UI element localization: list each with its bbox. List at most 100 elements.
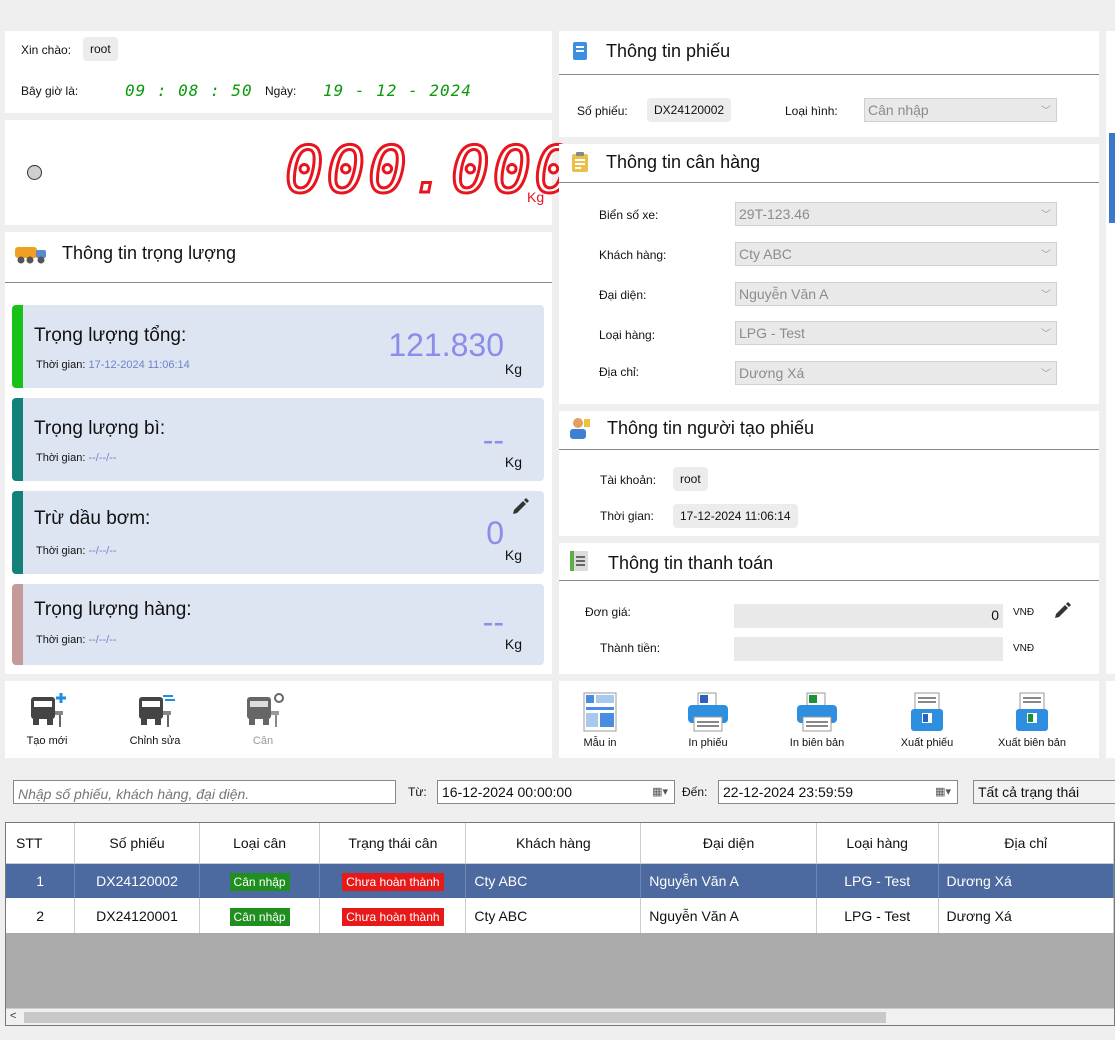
chevron-down-icon: ﹀ [1041, 290, 1051, 301]
ticket-no-label: Số phiếu: [577, 104, 628, 118]
address-select[interactable]: Dương Xá ﹀ [735, 361, 1057, 385]
weight-info-title: Thông tin trọng lượng [62, 243, 236, 263]
edit-pencil-icon[interactable] [510, 497, 530, 520]
address-label: Địa chỉ: [599, 365, 640, 379]
goods-type-select[interactable]: LPG - Test ﹀ [735, 321, 1057, 345]
horizontal-scrollbar[interactable]: < [6, 1008, 1114, 1025]
gross-weight-card: Trọng lượng tổng: Thời gian: 17-12-2024 … [12, 305, 544, 388]
weight-info-panel: Thông tin trọng lượng Trọng lượng tổng: … [5, 232, 552, 674]
create-new-label: Tạo mới [26, 735, 68, 747]
creator-time-value: 17-12-2024 11:06:14 [673, 504, 798, 528]
print-ticket-button[interactable]: In phiếu [683, 691, 733, 749]
plate-value: 29T-123.46 [739, 206, 810, 222]
column-header[interactable]: Khách hàng [465, 823, 642, 864]
print-report-button[interactable]: In biên bản [787, 691, 847, 749]
status-filter-select[interactable]: Tất cả trạng thái [973, 780, 1115, 804]
gross-weight-label: Trọng lượng tổng: [34, 325, 187, 346]
calendar-dropdown-icon[interactable]: ▦▾ [652, 785, 668, 798]
time-label: Thời gian: [36, 545, 86, 557]
card-accent [12, 305, 23, 388]
table-row[interactable]: 2 DX24120001 Cân nhập Chưa hoàn thành Ct… [6, 898, 1114, 933]
cell-representative: Nguyễn Văn A [640, 863, 817, 898]
clock-time: 09 : 08 : 50 [125, 81, 253, 100]
net-weight-time: --/--/-- [88, 634, 117, 646]
cell-stt: 1 [6, 863, 76, 898]
representative-label: Đại diện: [599, 288, 647, 302]
invoice-icon [567, 549, 591, 576]
chevron-down-icon: ﹀ [1041, 210, 1051, 221]
ticket-type-label: Loại hình: [785, 104, 838, 118]
column-header[interactable]: Loại cân [199, 823, 321, 864]
to-datetime-picker[interactable]: 22-12-2024 23:59:59 ▦▾ [718, 780, 958, 804]
date-label: Ngày: [265, 84, 297, 98]
gross-weight-unit: Kg [504, 361, 522, 377]
column-header[interactable]: Số phiếu [74, 823, 200, 864]
printer-word-icon [688, 692, 728, 732]
cell-ticket-no: DX24120002 [74, 863, 200, 898]
template-icon [583, 692, 617, 732]
ticket-type-select[interactable]: Cân nhập ﹀ [864, 98, 1057, 122]
column-header[interactable]: Địa chỉ [938, 823, 1114, 864]
status-badge: Chưa hoàn thành [342, 907, 444, 926]
type-badge: Cân nhập [229, 872, 290, 891]
to-label: Đến: [682, 785, 708, 799]
net-weight-label: Trọng lượng hàng: [34, 599, 192, 620]
truck-edit-icon [139, 695, 175, 727]
side-thumbnail [1109, 133, 1115, 223]
account-value: root [673, 467, 708, 491]
account-label: Tài khoản: [600, 473, 657, 487]
chevron-down-icon: ﹀ [1041, 250, 1051, 261]
unit-price-label: Đơn giá: [585, 605, 631, 619]
net-weight-unit: Kg [504, 636, 522, 652]
status-badge: Chưa hoàn thành [342, 872, 444, 891]
pump-oil-unit: Kg [504, 547, 522, 563]
cell-address: Dương Xá [938, 863, 1114, 898]
customer-label: Khách hàng: [599, 248, 667, 262]
ticket-info-title: Thông tin phiếu [606, 41, 731, 61]
table-row[interactable]: 1 DX24120002 Cân nhập Chưa hoàn thành Ct… [6, 863, 1114, 898]
document-icon [569, 40, 591, 65]
net-weight-card: Trọng lượng hàng: Thời gian: --/--/-- --… [12, 584, 544, 665]
print-template-button[interactable]: Mẫu in [575, 691, 625, 749]
column-header[interactable]: STT [6, 823, 76, 864]
cell-stt: 2 [6, 898, 76, 933]
cell-type: Cân nhập [199, 898, 321, 933]
chevron-down-icon: ﹀ [1041, 369, 1051, 380]
pump-oil-time: --/--/-- [88, 545, 117, 557]
address-value: Dương Xá [739, 365, 805, 381]
calendar-dropdown-icon[interactable]: ▦▾ [935, 785, 951, 798]
to-datetime-value: 22-12-2024 23:59:59 [723, 784, 853, 800]
edit-button[interactable]: Chỉnh sửa [125, 691, 185, 747]
pump-oil-value: 0 [486, 515, 504, 551]
cell-customer: Cty ABC [465, 863, 642, 898]
pump-oil-label: Trừ dầu bơm: [34, 508, 151, 529]
search-input[interactable] [13, 780, 396, 804]
weigh-button[interactable]: Cân [238, 691, 288, 747]
truck-add-icon [31, 693, 66, 727]
create-new-button[interactable]: Tạo mới [19, 691, 75, 747]
creator-info-title: Thông tin người tạo phiếu [607, 418, 814, 438]
scroll-left-arrow-icon[interactable]: < [10, 1010, 16, 1022]
type-badge: Cân nhập [229, 907, 290, 926]
left-toolbar: Tạo mới Chỉnh sửa Cân [5, 681, 552, 758]
tare-weight-card: Trọng lượng bì: Thời gian: --/--/-- -- K… [12, 398, 544, 481]
representative-select[interactable]: Nguyễn Văn A ﹀ [735, 282, 1057, 306]
from-datetime-picker[interactable]: 16-12-2024 00:00:00 ▦▾ [437, 780, 675, 804]
column-header[interactable]: Loại hàng [816, 823, 939, 864]
payment-info-title: Thông tin thanh toán [608, 553, 774, 573]
cell-ticket-no: DX24120001 [74, 898, 200, 933]
time-label: Thời gian: [36, 634, 86, 646]
net-weight-value: -- [482, 604, 504, 640]
column-header[interactable]: Đại diện [640, 823, 817, 864]
unit-price-value: 0 [991, 607, 999, 623]
edit-price-pencil-icon[interactable] [1052, 601, 1072, 624]
unit-price-input[interactable]: 0 [734, 604, 1003, 628]
plate-select[interactable]: 29T-123.46 ﹀ [735, 202, 1057, 226]
column-header[interactable]: Trạng thái cân [319, 823, 467, 864]
export-report-label: Xuất biên bản [998, 737, 1066, 749]
print-template-label: Mẫu in [583, 737, 617, 749]
export-ticket-button[interactable]: Xuất phiếu [897, 691, 957, 749]
customer-select[interactable]: Cty ABC ﹀ [735, 242, 1057, 266]
scrollbar-thumb[interactable] [24, 1012, 886, 1023]
export-report-button[interactable]: Xuất biên bản [997, 691, 1067, 749]
